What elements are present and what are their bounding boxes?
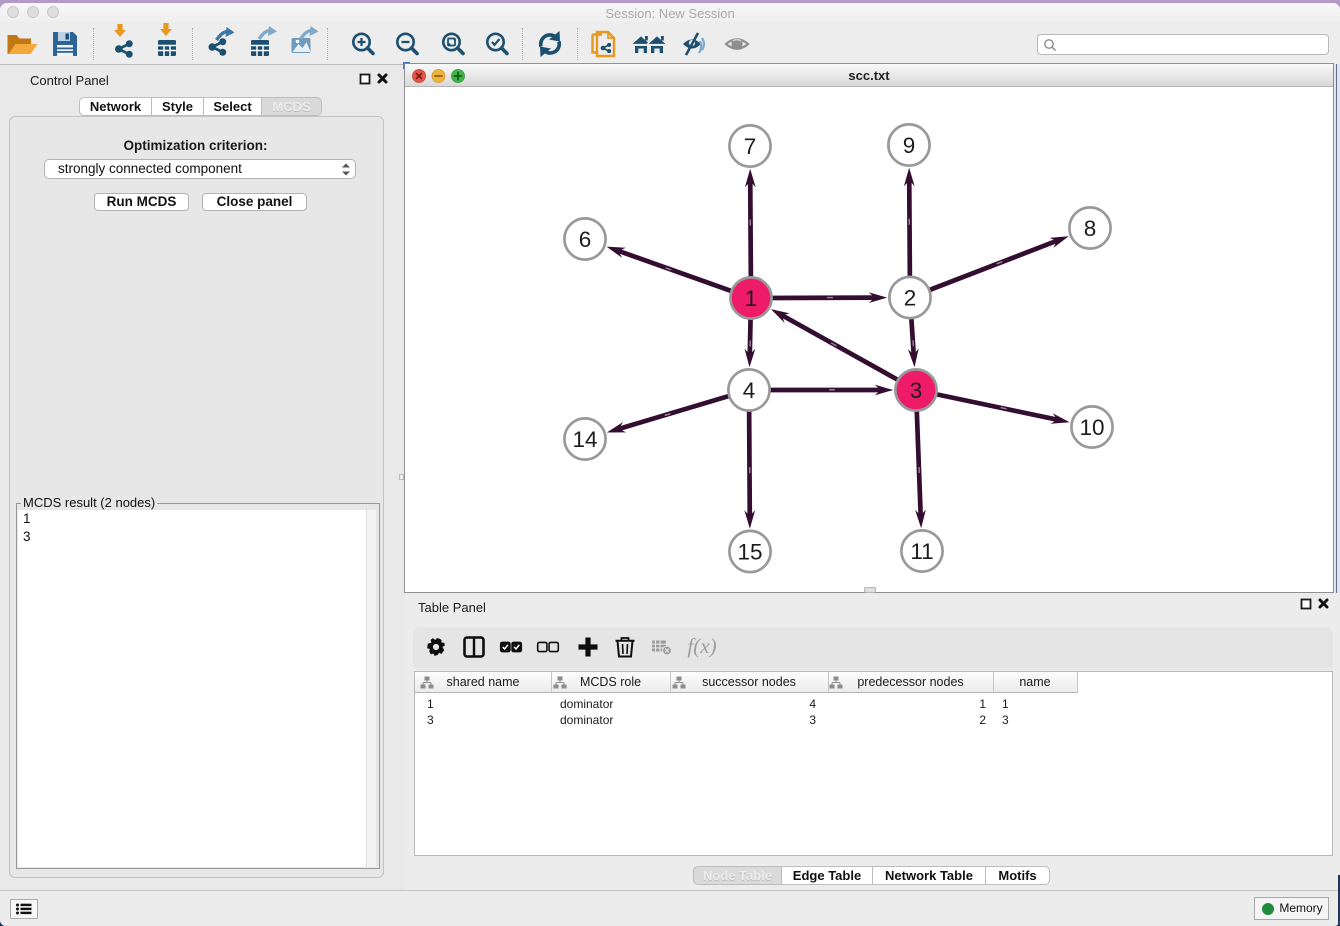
svg-text:10: 10 bbox=[1079, 415, 1104, 440]
svg-text:4: 4 bbox=[743, 378, 756, 403]
svg-text:1: 1 bbox=[745, 286, 758, 311]
svg-text:11: 11 bbox=[910, 539, 933, 564]
svg-text:2: 2 bbox=[904, 286, 917, 311]
svg-text:f(x): f(x) bbox=[687, 634, 716, 658]
svg-text:8: 8 bbox=[1084, 216, 1097, 241]
svg-text:3: 3 bbox=[910, 378, 923, 403]
svg-text:9: 9 bbox=[903, 133, 916, 158]
svg-text:15: 15 bbox=[737, 540, 762, 565]
svg-text:6: 6 bbox=[579, 227, 592, 252]
svg-text:14: 14 bbox=[572, 427, 597, 452]
svg-text:7: 7 bbox=[744, 134, 757, 159]
